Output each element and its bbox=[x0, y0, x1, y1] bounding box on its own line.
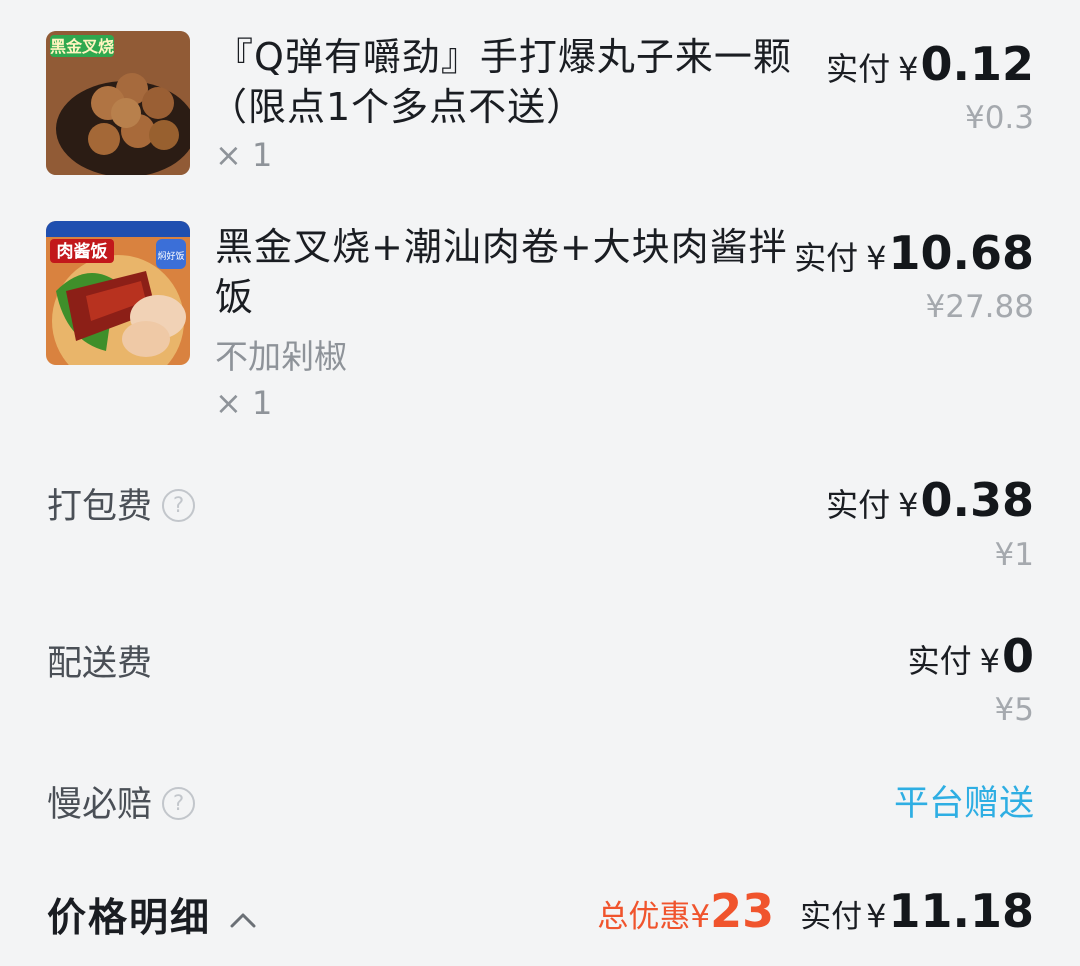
thumb-banner: 黑金叉烧 bbox=[50, 37, 114, 56]
delivery-fee-pay-price: 实付 ¥0 bbox=[908, 629, 1034, 683]
pay-amount: 10.68 bbox=[888, 226, 1034, 280]
item-title-line1: 『Q弹有嚼劲』手打爆丸子来一颗 bbox=[215, 35, 792, 79]
currency-symbol: ¥ bbox=[866, 239, 887, 277]
item-title-line2: 饭 bbox=[215, 275, 255, 319]
thumb-banner: 肉酱饭 bbox=[57, 241, 108, 262]
item-quantity: × 1 bbox=[215, 136, 273, 174]
pay-label: 实付 bbox=[826, 50, 891, 88]
chevron-up-icon bbox=[229, 894, 257, 939]
charsiu-rice-food-photo-icon: 肉酱饭 焖好饭 bbox=[46, 221, 190, 365]
meatball-food-photo-icon: 黑金叉烧 bbox=[46, 31, 190, 175]
total-discount-label: 总优惠 bbox=[597, 899, 691, 935]
pay-label: 实付 bbox=[907, 642, 972, 680]
item-thumbnail[interactable]: 肉酱饭 焖好饭 bbox=[46, 221, 190, 365]
total-discount-amount: 23 bbox=[710, 884, 775, 938]
pay-label: 实付 bbox=[794, 239, 859, 277]
item-pay-price: 实付 ¥0.12 bbox=[826, 37, 1034, 91]
currency-symbol: ¥ bbox=[898, 50, 919, 88]
total-pay-amount: 11.18 bbox=[888, 884, 1034, 938]
delivery-fee-label: 配送费 bbox=[47, 644, 153, 684]
item-pay-price: 实付 ¥10.68 bbox=[794, 226, 1034, 280]
packing-fee-pay-price: 实付 ¥0.38 bbox=[826, 473, 1034, 527]
pay-amount: 0.12 bbox=[920, 37, 1035, 91]
late-compensation-text: 慢必赔 bbox=[47, 785, 153, 825]
currency-symbol: ¥ bbox=[898, 486, 919, 524]
late-compensation-label: 慢必赔? bbox=[47, 776, 196, 827]
help-circle-icon[interactable]: ? bbox=[162, 488, 196, 522]
packing-fee-label: 打包费? bbox=[47, 478, 196, 529]
currency-symbol: ¥ bbox=[866, 897, 887, 935]
pay-amount: 0 bbox=[1001, 629, 1034, 683]
order-item[interactable]: 肉酱饭 焖好饭 黑金叉烧+潮汕肉卷+大块肉酱拌 饭 不加剁椒 × 1 实付 ¥10… bbox=[0, 200, 1080, 430]
platform-gift-text: 平台赠送 bbox=[893, 784, 1034, 824]
item-thumbnail[interactable]: 黑金叉烧 bbox=[46, 31, 190, 175]
help-circle-icon[interactable]: ? bbox=[162, 786, 196, 820]
item-title-line1: 黑金叉烧+潮汕肉卷+大块肉酱拌 bbox=[215, 225, 788, 269]
pay-amount: 0.38 bbox=[920, 473, 1035, 527]
order-item[interactable]: 黑金叉烧 『Q弹有嚼劲』手打爆丸子来一颗 （限点1个多点不送） × 1 实付 ¥0… bbox=[0, 0, 1080, 200]
packing-fee-text: 打包费 bbox=[47, 487, 153, 527]
packing-fee-original-price: ¥1 bbox=[994, 537, 1034, 573]
total-line: 总优惠¥23 实付 ¥11.18 bbox=[597, 884, 1034, 938]
item-spec: 不加剁椒 bbox=[215, 337, 347, 376]
delivery-fee-original-price: ¥5 bbox=[994, 692, 1034, 728]
currency-symbol: ¥ bbox=[979, 642, 1000, 680]
thumb-badge: 焖好饭 bbox=[157, 250, 184, 262]
currency-symbol: ¥ bbox=[690, 899, 711, 935]
item-quantity: × 1 bbox=[215, 384, 273, 422]
item-original-price: ¥27.88 bbox=[925, 289, 1034, 325]
pay-label: 实付 bbox=[826, 486, 891, 524]
price-detail-title: 价格明细 bbox=[47, 896, 212, 941]
item-title: 『Q弹有嚼劲』手打爆丸子来一颗 （限点1个多点不送） bbox=[209, 32, 792, 132]
item-title: 黑金叉烧+潮汕肉卷+大块肉酱拌 饭 bbox=[215, 222, 788, 322]
item-original-price: ¥0.3 bbox=[964, 100, 1034, 136]
total-pay-label: 实付 bbox=[800, 899, 863, 935]
price-detail-toggle[interactable]: 价格明细 bbox=[47, 887, 257, 943]
item-title-line2: （限点1个多点不送） bbox=[209, 85, 586, 129]
